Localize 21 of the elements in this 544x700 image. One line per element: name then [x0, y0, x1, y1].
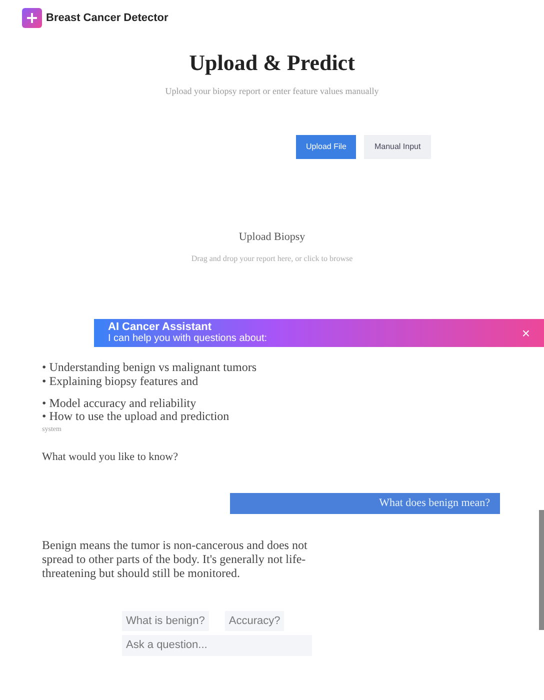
- mode-tab[interactable]: Upload File: [296, 134, 356, 158]
- close-button[interactable]: ×: [522, 321, 530, 345]
- topic-item: • How to use the upload and prediction: [42, 410, 230, 424]
- mode-tab[interactable]: Manual Input: [364, 134, 431, 158]
- chat-prompt: What would you like to know?: [42, 450, 179, 465]
- logo-icon: [22, 8, 42, 28]
- topic-item: • Understanding benign vs malignant tumors: [42, 361, 258, 375]
- brand-name: Breast Cancer Detector: [46, 10, 168, 26]
- page-subtitle: Upload your biopsy report or enter feature values manually: [164, 85, 380, 98]
- user-message: What does benign mean?: [230, 493, 500, 514]
- question-input[interactable]: Ask a question...: [122, 635, 312, 656]
- topic-item: • Model accuracy and reliability: [42, 396, 198, 410]
- chat-intro: I can help you with questions about:: [108, 333, 267, 344]
- suggestion-chip[interactable]: What is benign?: [122, 610, 209, 632]
- upload-title: Upload Biopsy: [238, 230, 306, 244]
- topic-item: • Explaining biopsy features and: [42, 374, 198, 389]
- suggestion-chip[interactable]: Accuracy?: [224, 610, 284, 632]
- upload-hint: Drag and drop your report here, or click to browse: [191, 254, 353, 263]
- page-title: Upload & Predict: [188, 49, 356, 77]
- bot-message: Benign means the tumor is non-cancerous and does not spread to other parts of the body. It's generally not life-threatening but should still be monitored.: [42, 538, 308, 581]
- chat-title: AI Cancer Assistant: [108, 321, 213, 334]
